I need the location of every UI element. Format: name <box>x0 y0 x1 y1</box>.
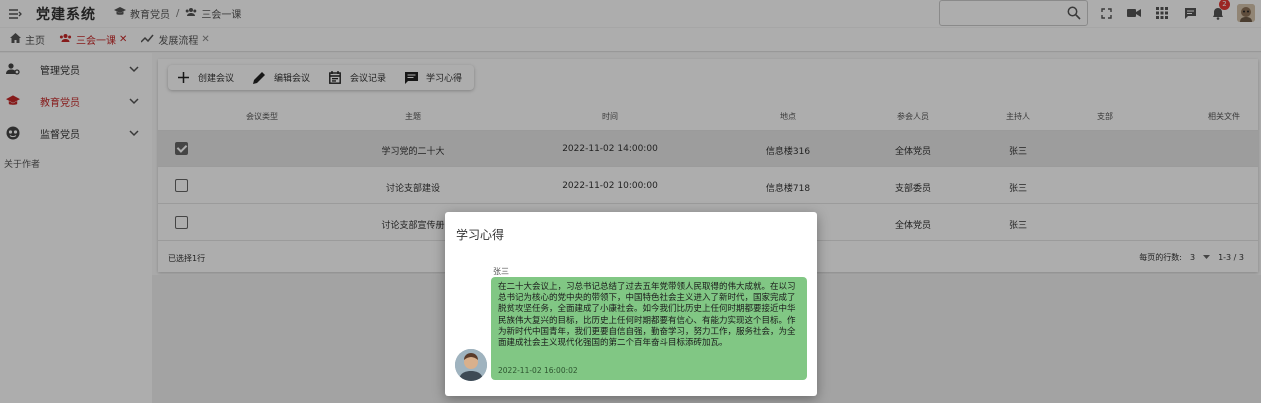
study-notes-dialog: 学习心得 张三 在二十大会议上，习总书记总结了过去五年党带领人民取得的伟大成就。… <box>445 212 817 396</box>
dialog-title: 学习心得 <box>456 228 505 242</box>
message-bubble: 在二十大会议上，习总书记总结了过去五年党带领人民取得的伟大成就。在以习总书记为核… <box>491 277 807 380</box>
message-author: 张三 <box>493 267 509 276</box>
author-avatar <box>455 349 487 381</box>
message-text: 在二十大会议上，习总书记总结了过去五年党带领人民取得的伟大成就。在以习总书记为核… <box>498 282 796 349</box>
message-time: 2022-11-02 16:00:02 <box>498 366 578 375</box>
